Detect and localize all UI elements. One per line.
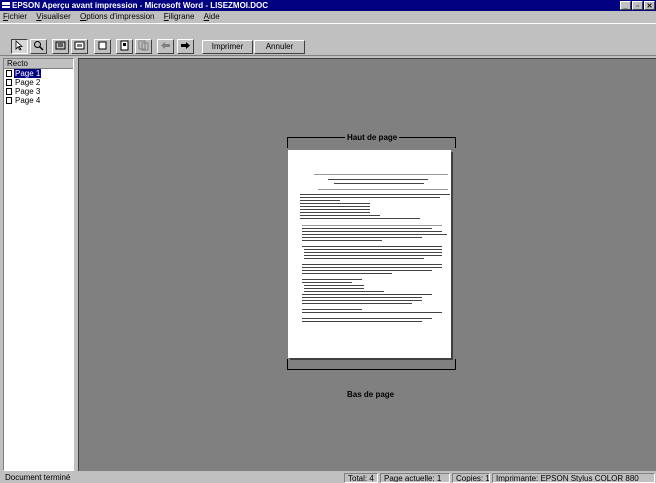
preview-text-line bbox=[304, 285, 364, 286]
preview-text-line bbox=[302, 309, 362, 310]
status-current-page: Page actuelle: 1 bbox=[380, 473, 450, 483]
status-copies: Copies: 1 bbox=[452, 473, 490, 483]
page-list-item[interactable]: Page 3 bbox=[4, 87, 73, 96]
preview-text-line bbox=[302, 300, 422, 301]
next-page-icon[interactable] bbox=[177, 39, 194, 54]
preview-text-line bbox=[300, 194, 450, 195]
preview-text-line bbox=[302, 240, 382, 241]
preview-text-line bbox=[300, 218, 420, 219]
preview-text-line bbox=[302, 279, 362, 280]
close-button[interactable]: ✕ bbox=[644, 1, 655, 10]
page-icon bbox=[6, 79, 12, 86]
print-button[interactable]: Imprimer bbox=[202, 40, 253, 54]
preview-text-line bbox=[302, 231, 442, 232]
status-message: Document terminé bbox=[5, 473, 71, 482]
preview-text-line bbox=[302, 318, 432, 319]
preview-text-line bbox=[304, 258, 424, 259]
menu-visualiser[interactable]: Visualiser bbox=[36, 12, 71, 21]
menu-aide[interactable]: Aide bbox=[204, 12, 220, 21]
preview-text-line bbox=[304, 291, 384, 292]
preview-text-line bbox=[300, 197, 440, 198]
bottom-margin-label: Bas de page bbox=[345, 390, 397, 399]
page-icon bbox=[6, 70, 12, 77]
page-list-header: Recto bbox=[4, 59, 73, 69]
menu-fichier[interactable]: Fichier bbox=[3, 12, 27, 21]
preview-text-line bbox=[328, 179, 428, 180]
full-view-icon[interactable] bbox=[71, 39, 88, 54]
preview-text-line bbox=[302, 267, 442, 268]
maximize-button[interactable]: ▫ bbox=[632, 1, 643, 10]
window-title: EPSON Aperçu avant impression - Microsof… bbox=[12, 1, 269, 10]
zoom-icon[interactable] bbox=[30, 39, 47, 54]
preview-text-line bbox=[302, 273, 392, 274]
bottom-margin-frame[interactable] bbox=[287, 359, 456, 370]
preview-text-line bbox=[302, 270, 432, 271]
preview-text-line bbox=[300, 203, 370, 204]
arrow-pointer-icon[interactable] bbox=[11, 39, 28, 54]
preview-text-line bbox=[300, 212, 370, 213]
preview-text-line bbox=[302, 264, 442, 265]
preview-text-line bbox=[304, 249, 442, 250]
status-printer: Imprimante: EPSON Stylus COLOR 880 bbox=[492, 473, 655, 483]
status-bar: Document terminé Total: 4 Page actuelle:… bbox=[0, 473, 656, 483]
fit-page-icon[interactable] bbox=[52, 39, 69, 54]
page-list-item[interactable]: Page 4 bbox=[4, 96, 73, 105]
preview-text-line bbox=[302, 225, 442, 226]
preview-area[interactable]: Haut de page Bas de page bbox=[78, 58, 656, 471]
preview-text-line bbox=[300, 200, 340, 201]
page-preview bbox=[288, 150, 451, 358]
window-menu-icon[interactable] bbox=[2, 2, 10, 9]
menu-options-impression[interactable]: Options d'impression bbox=[80, 12, 154, 21]
cancel-button[interactable]: Annuler bbox=[254, 40, 305, 54]
minimize-button[interactable]: _ bbox=[620, 1, 631, 10]
page-single-icon[interactable] bbox=[94, 39, 111, 54]
top-margin-label: Haut de page bbox=[345, 133, 400, 142]
preview-text-line bbox=[302, 282, 352, 283]
preview-text-line bbox=[302, 294, 432, 295]
page-icon bbox=[6, 88, 12, 95]
preview-text-line bbox=[300, 215, 380, 216]
preview-text-line bbox=[302, 234, 447, 235]
multi-page-icon[interactable] bbox=[135, 39, 152, 54]
preview-text-line bbox=[302, 303, 412, 304]
toolbar: Imprimer Annuler bbox=[0, 23, 656, 56]
preview-text-line bbox=[302, 297, 422, 298]
preview-text-line bbox=[304, 288, 364, 289]
title-bar: EPSON Aperçu avant impression - Microsof… bbox=[0, 0, 656, 11]
preview-text-line bbox=[304, 252, 442, 253]
preview-text-line bbox=[300, 209, 370, 210]
page-list-item[interactable]: Page 1 bbox=[4, 69, 73, 78]
page-list-panel: Recto Page 1 Page 2 Page 3 Page 4 bbox=[3, 58, 74, 471]
page-layout-icon[interactable] bbox=[116, 39, 133, 54]
status-total: Total: 4 bbox=[344, 473, 378, 483]
preview-text-line bbox=[304, 255, 442, 256]
preview-text-line bbox=[302, 321, 422, 322]
page-icon bbox=[6, 97, 12, 104]
preview-text-line bbox=[302, 312, 442, 313]
menu-bar: Fichier Visualiser Options d'impression … bbox=[0, 11, 656, 22]
preview-text-line bbox=[334, 183, 424, 184]
preview-text-line bbox=[302, 246, 442, 247]
preview-text-line bbox=[314, 174, 448, 175]
prev-page-icon[interactable] bbox=[157, 39, 174, 54]
page-list-item[interactable]: Page 2 bbox=[4, 78, 73, 87]
preview-text-line bbox=[318, 189, 448, 190]
menu-filigrane[interactable]: Filigrane bbox=[164, 12, 195, 21]
preview-text-line bbox=[302, 228, 432, 229]
window-controls: _ ▫ ✕ bbox=[620, 1, 655, 10]
preview-text-line bbox=[300, 206, 370, 207]
preview-text-line bbox=[302, 237, 422, 238]
